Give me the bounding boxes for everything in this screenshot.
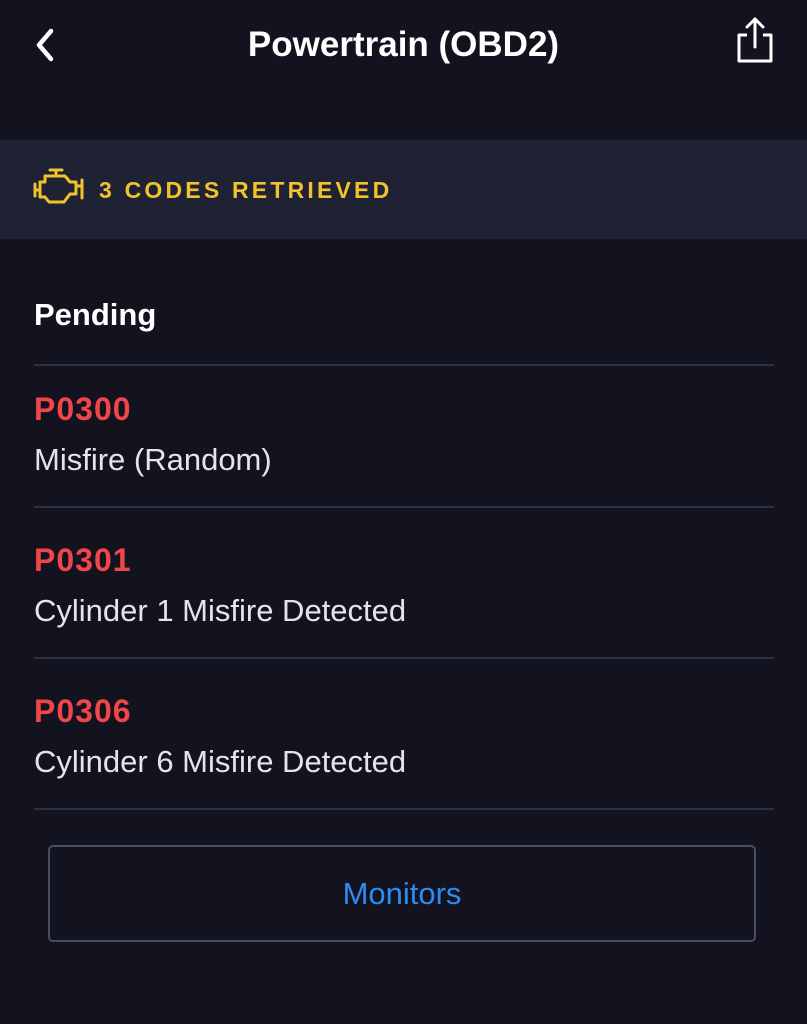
code-id: P0306	[34, 693, 132, 729]
share-button[interactable]	[727, 12, 783, 68]
page-title: Powertrain (OBD2)	[247, 25, 560, 64]
code-list-item[interactable]: P0300 Misfire (Random)	[34, 366, 774, 516]
code-description: Cylinder 1 Misfire Detected	[34, 593, 407, 628]
check-engine-icon	[33, 168, 84, 204]
code-list-item[interactable]: P0301 Cylinder 1 Misfire Detected	[34, 517, 774, 667]
code-id: P0301	[34, 542, 132, 578]
code-description: Cylinder 6 Misfire Detected	[34, 744, 407, 779]
divider	[34, 506, 774, 508]
code-description: Misfire (Random)	[34, 442, 272, 477]
monitors-button[interactable]: Monitors	[48, 845, 756, 942]
divider	[34, 808, 774, 810]
code-list-item[interactable]: P0306 Cylinder 6 Misfire Detected	[34, 668, 774, 818]
codes-summary-banner: 3 CODES RETRIEVED	[0, 140, 807, 239]
codes-retrieved-label: 3 CODES RETRIEVED	[99, 177, 393, 203]
code-id: P0300	[34, 391, 132, 427]
top-app-bar: Powertrain (OBD2)	[0, 0, 807, 140]
divider	[34, 657, 774, 659]
section-heading-pending: Pending	[34, 297, 157, 332]
share-icon	[737, 17, 773, 63]
